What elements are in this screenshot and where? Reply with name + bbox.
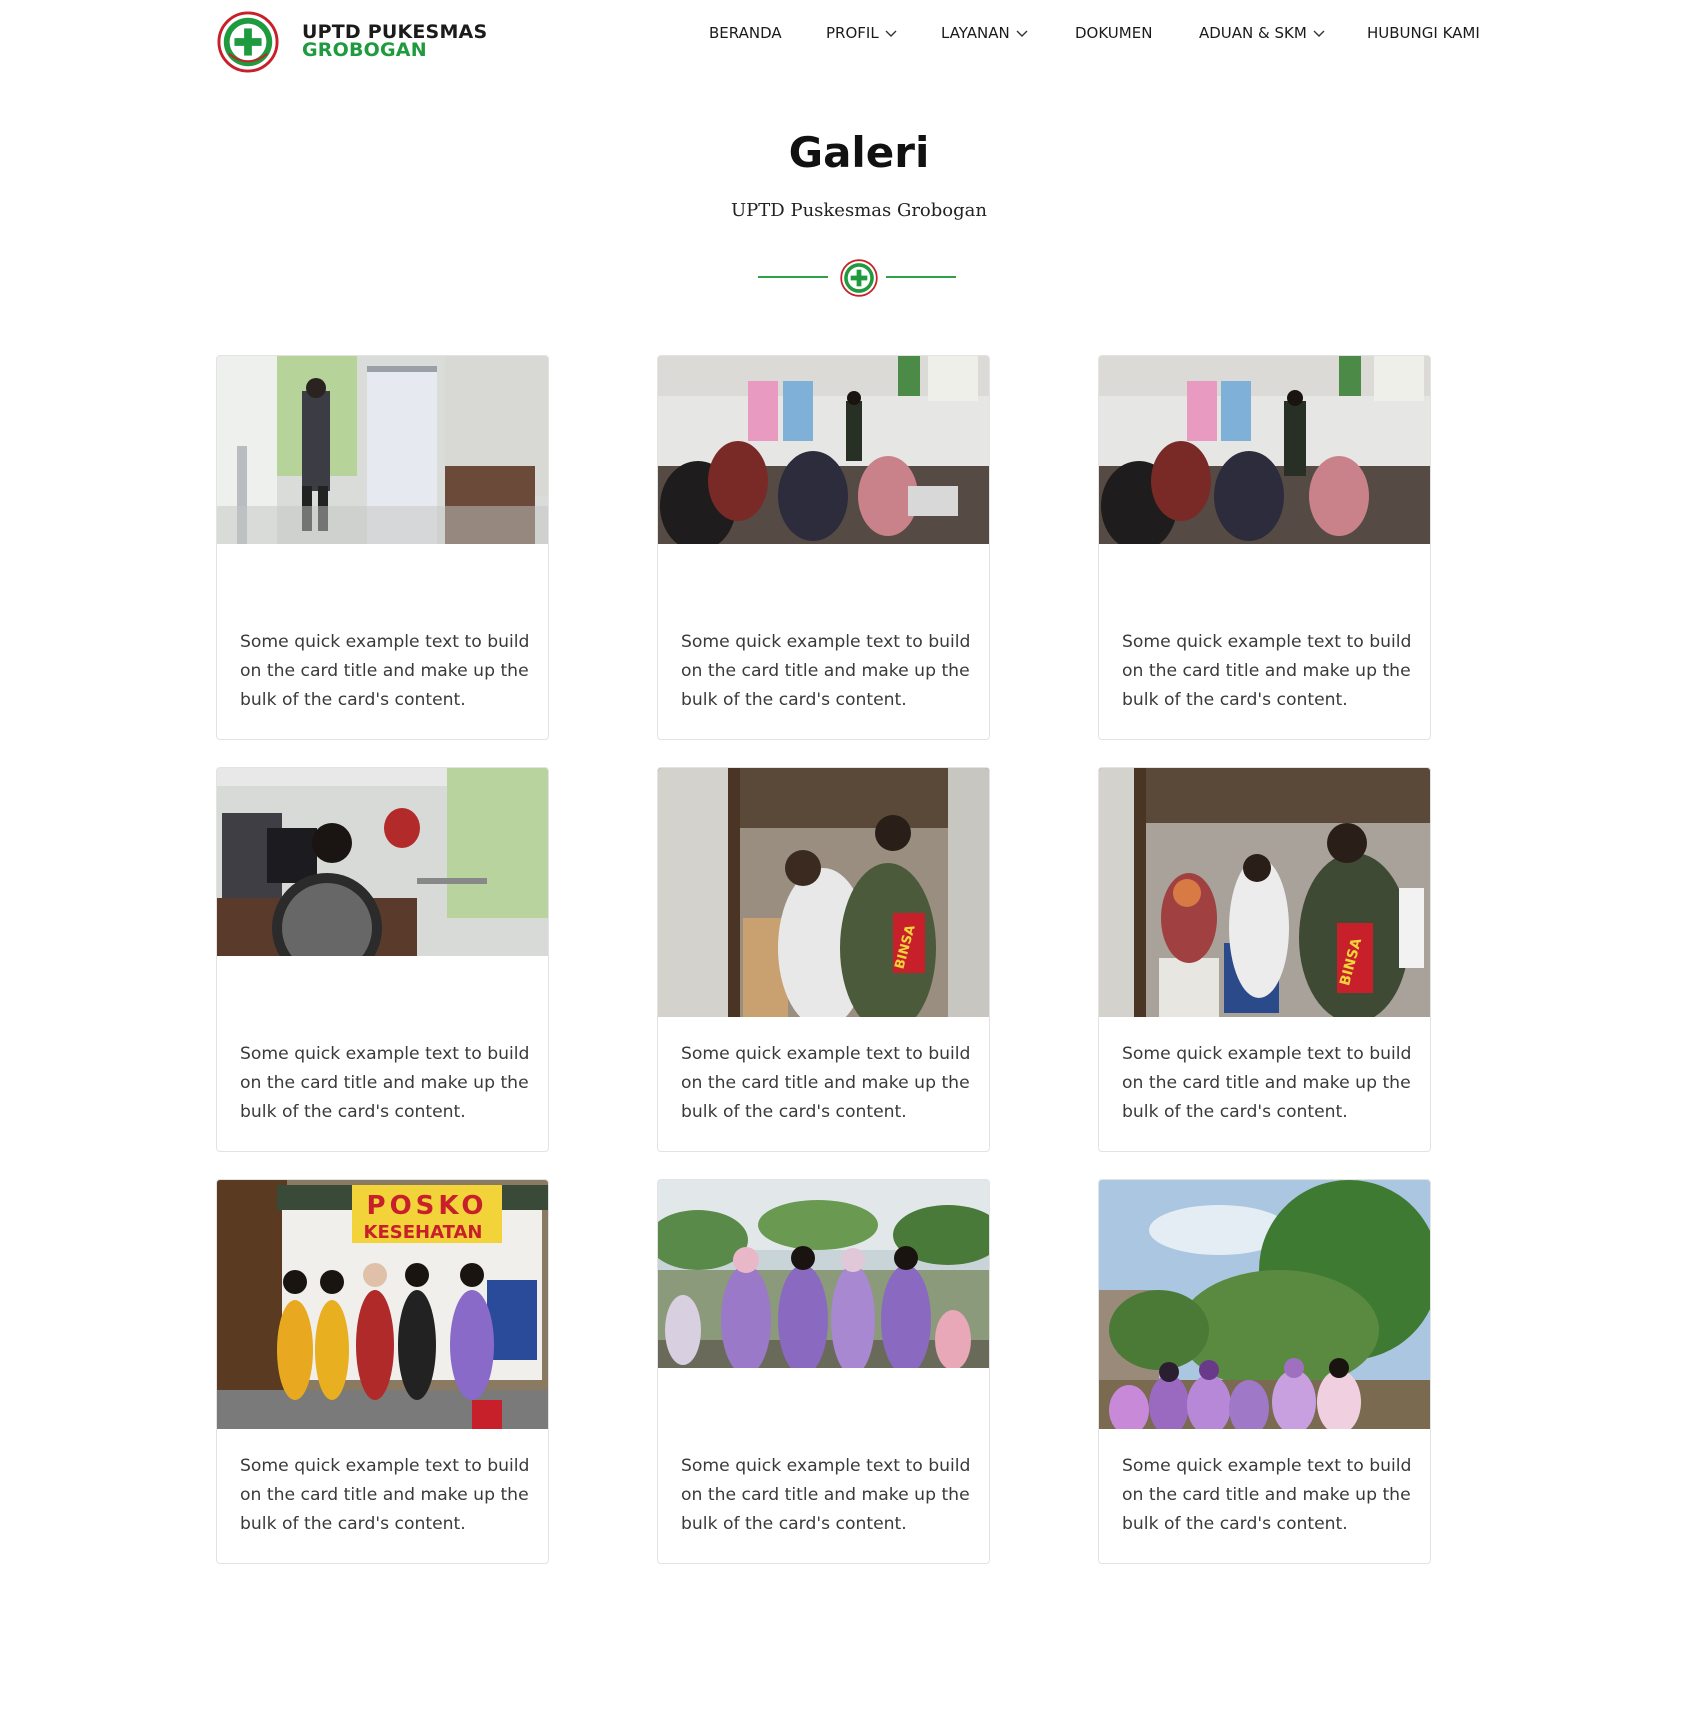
divider-line [886, 276, 956, 278]
gallery-card[interactable]: POSKO KESEHATAN Some quick example text … [216, 1179, 549, 1564]
nav-item-label: BERANDA [709, 24, 782, 42]
card-text: Some quick example text to build on the … [240, 1044, 530, 1122]
nav-item-label: LAYANAN [941, 24, 1010, 42]
nav-item-label: PROFIL [826, 24, 879, 42]
card-text: Some quick example text to build on the … [240, 1456, 530, 1534]
gallery-card[interactable]: Some quick example text to build on the … [657, 1179, 990, 1564]
nav-item-aduan-skm[interactable]: ADUAN & SKM [1199, 24, 1325, 42]
posko-sign-line1: POSKO [367, 1191, 488, 1221]
nav-item-profil[interactable]: PROFIL [826, 24, 897, 42]
chevron-down-icon [1016, 30, 1028, 37]
nav-item-label: HUBUNGI KAMI [1367, 24, 1480, 42]
card-text: Some quick example text to build on the … [1122, 1456, 1412, 1534]
gallery-photo[interactable] [1099, 1180, 1430, 1429]
nav-item-layanan[interactable]: LAYANAN [941, 24, 1028, 42]
gallery-card[interactable]: Some quick example text to build on the … [216, 767, 549, 1152]
gallery-card[interactable]: Some quick example text to build on the … [1098, 1179, 1431, 1564]
card-text: Some quick example text to build on the … [681, 632, 971, 710]
gallery-photo[interactable]: BINSA [1099, 768, 1430, 1017]
nav-item-beranda[interactable]: BERANDA [709, 24, 782, 42]
chevron-down-icon [1313, 30, 1325, 37]
card-text: Some quick example text to build on the … [1122, 1044, 1412, 1122]
card-text: Some quick example text to build on the … [681, 1456, 971, 1534]
gallery-card[interactable]: Some quick example text to build on the … [1098, 355, 1431, 740]
card-text: Some quick example text to build on the … [1122, 632, 1412, 710]
page-subtitle: UPTD Puskesmas Grobogan [731, 200, 987, 221]
gallery-card[interactable]: Some quick example text to build on the … [216, 355, 549, 740]
card-text: Some quick example text to build on the … [681, 1044, 971, 1122]
gallery-card[interactable]: Some quick example text to build on the … [657, 355, 990, 740]
gallery-photo[interactable]: BINSA [658, 768, 989, 1017]
gallery-photo[interactable] [658, 1180, 989, 1368]
gallery-card[interactable]: BINSA Some quick example text to build o… [657, 767, 990, 1152]
nav-item-label: ADUAN & SKM [1199, 24, 1307, 42]
main-navigation: BERANDA PROFIL LAYANAN DOKUMEN ADUAN & S… [0, 24, 1688, 48]
section-divider [758, 258, 958, 298]
gallery-card[interactable]: BINSA Some quick example text to build o… [1098, 767, 1431, 1152]
page-title: Galeri [788, 128, 930, 177]
gallery-photo[interactable] [217, 768, 548, 956]
nav-item-label: DOKUMEN [1075, 24, 1153, 42]
divider-line [758, 276, 828, 278]
posko-sign-line2: KESEHATAN [364, 1222, 483, 1243]
puskesmas-logo-icon [840, 259, 878, 297]
chevron-down-icon [885, 30, 897, 37]
nav-item-dokumen[interactable]: DOKUMEN [1075, 24, 1152, 42]
gallery-photo[interactable] [217, 356, 548, 544]
nav-item-hubungi-kami[interactable]: HUBUNGI KAMI [1367, 24, 1480, 42]
card-text: Some quick example text to build on the … [240, 632, 530, 710]
gallery-photo[interactable] [658, 356, 989, 544]
gallery-photo[interactable]: POSKO KESEHATAN [217, 1180, 548, 1429]
gallery-photo[interactable] [1099, 356, 1430, 544]
